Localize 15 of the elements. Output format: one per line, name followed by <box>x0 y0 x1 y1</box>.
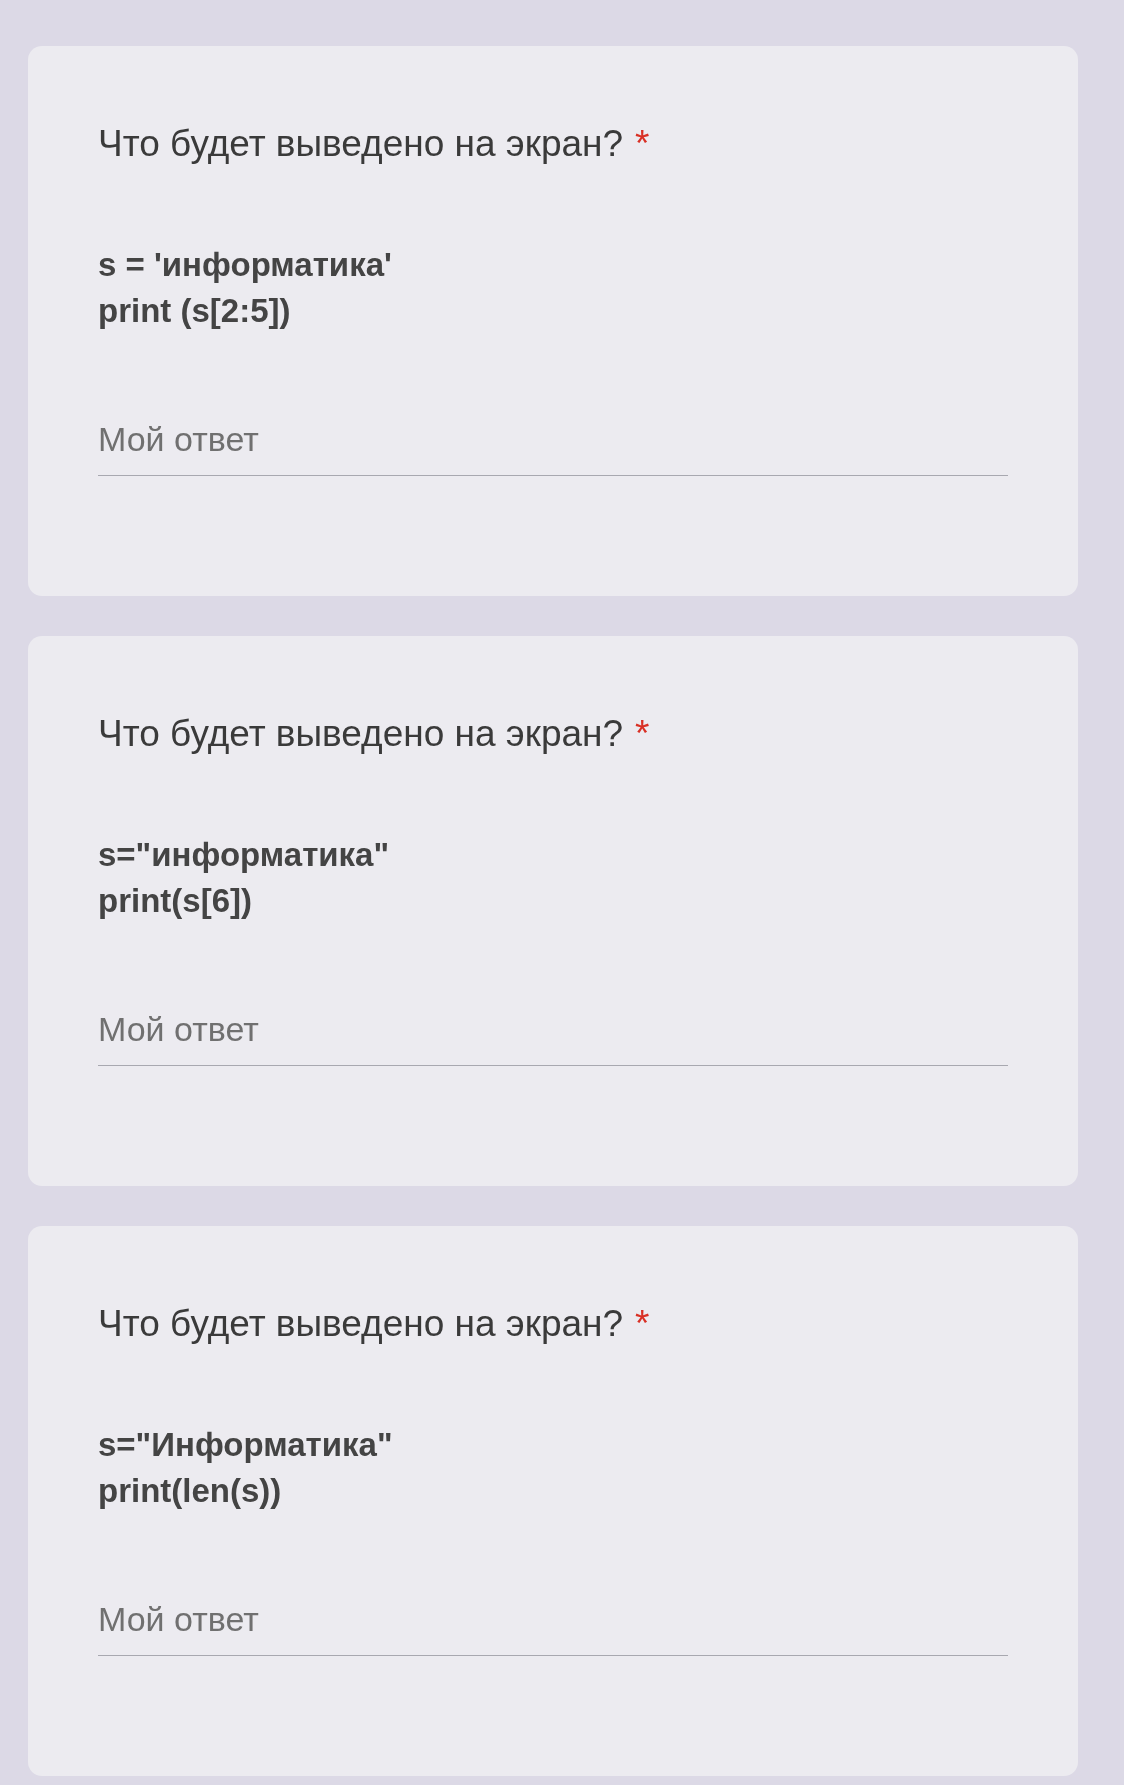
code-line: s = 'информатика' <box>98 244 392 285</box>
code-line: s="информатика" <box>98 834 390 875</box>
required-mark: * <box>635 122 650 166</box>
code-line: print(len(s)) <box>98 1470 282 1511</box>
answer-field[interactable]: Мой ответ <box>98 1593 1008 1656</box>
code-line: print (s[2:5]) <box>98 290 291 331</box>
answer-field[interactable]: Мой ответ <box>98 413 1008 476</box>
required-mark: * <box>635 712 650 756</box>
question-title: Что будет выведено на экран? <box>98 712 624 756</box>
code-line: s="Информатика" <box>98 1424 393 1465</box>
question-title: Что будет выведено на экран? <box>98 1302 624 1346</box>
code-line: print(s[6]) <box>98 880 252 921</box>
required-mark: * <box>635 1302 650 1346</box>
question-title: Что будет выведено на экран? <box>98 122 624 166</box>
answer-field[interactable]: Мой ответ <box>98 1003 1008 1066</box>
